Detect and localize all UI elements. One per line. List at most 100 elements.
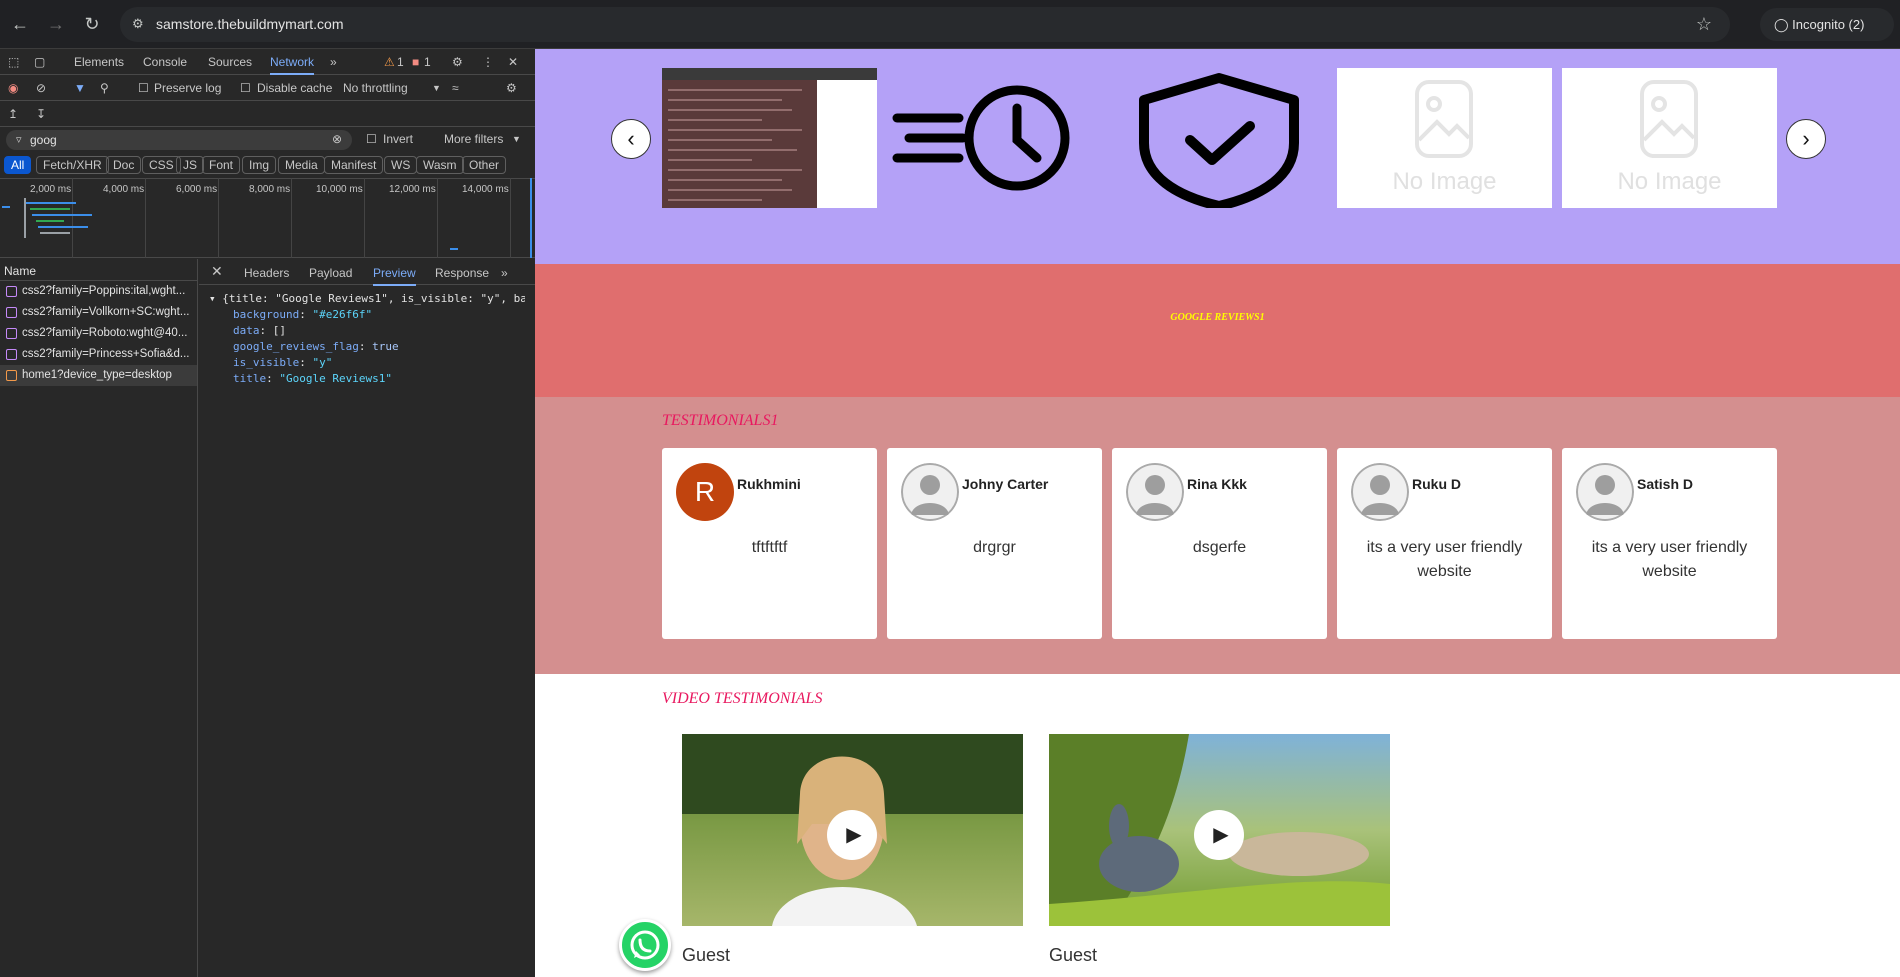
testimonial-card[interactable]: Rina Kkk dsgerfe [1112, 448, 1327, 639]
type-filter-all[interactable]: All [4, 156, 32, 174]
json-value: "Google Reviews1" [279, 372, 392, 385]
export-har-icon[interactable]: ↧ [36, 107, 46, 121]
testimonials-title: TESTIMONIALS1 [662, 412, 779, 429]
testimonial-card[interactable]: Johny Carter drgrgr [887, 448, 1102, 639]
json-line: google_reviews_flag: true [233, 340, 399, 353]
detail-tab-preview[interactable]: Preview [373, 266, 416, 286]
testimonial-message: its a very user friendly website [1591, 539, 1748, 580]
video-thumbnail[interactable]: ▶ [1049, 734, 1390, 926]
clear-icon[interactable]: ⊘ [36, 81, 46, 95]
network-conditions-icon[interactable]: ≈ [452, 81, 459, 95]
type-filter-media[interactable]: Media [278, 156, 325, 174]
testimonial-card[interactable]: Ruku D its a very user friendly website [1337, 448, 1552, 639]
import-har-icon[interactable]: ↥ [8, 107, 18, 121]
request-name: css2?family=Vollkorn+SC:wght... [22, 306, 190, 318]
request-row[interactable]: css2?family=Roboto:wght@40... [0, 323, 197, 344]
play-button-icon[interactable]: ▶ [1194, 810, 1244, 860]
request-row[interactable]: css2?family=Vollkorn+SC:wght... [0, 302, 197, 323]
invert-label: Invert [383, 132, 414, 146]
type-filter-doc[interactable]: Doc [106, 156, 142, 174]
close-devtools-icon[interactable]: ✕ [508, 55, 518, 69]
type-filter-fetch-xhr[interactable]: Fetch/XHR [36, 156, 109, 174]
slide-fast-clock[interactable] [887, 68, 1102, 208]
slide-no-image[interactable]: No Image [1562, 68, 1777, 208]
screenshot-white-area [817, 80, 877, 208]
bookmark-star-icon[interactable]: ☆ [1696, 14, 1712, 35]
tab-network[interactable]: Network [270, 55, 315, 75]
inspect-icon[interactable]: ⬚ [8, 55, 19, 69]
testimonial-name: Satish D [1637, 476, 1694, 492]
site-info-icon[interactable]: ⚙ [132, 16, 148, 32]
kebab-menu-icon[interactable]: ⋮ [482, 55, 494, 69]
type-filter-manifest[interactable]: Manifest [324, 156, 384, 174]
close-detail-icon[interactable]: ✕ [211, 263, 223, 280]
more-filters-button[interactable]: More filters [444, 132, 503, 146]
invert-checkbox[interactable]: ☐ [366, 132, 377, 146]
shield-check-icon [1139, 73, 1299, 211]
device-toggle-icon[interactable]: ▢ [34, 55, 45, 69]
json-summary: {title: "Google Reviews1", is_visible: "… [222, 292, 525, 305]
avatar-initial: R [676, 463, 734, 521]
type-filter-img[interactable]: Img [242, 156, 277, 174]
back-icon[interactable]: ← [8, 12, 32, 36]
tab-console[interactable]: Console [143, 55, 187, 69]
disable-cache-checkbox[interactable]: ☐ [240, 81, 251, 95]
network-settings-icon[interactable]: ⚙ [506, 81, 517, 95]
type-filter-font[interactable]: Font [202, 156, 241, 174]
filter-icon[interactable]: ▼ [74, 81, 86, 95]
play-button-icon[interactable]: ▶ [827, 810, 877, 860]
video-thumbnail[interactable]: ▶ [682, 734, 1023, 926]
preserve-log-label: Preserve log [154, 81, 222, 95]
record-icon[interactable]: ◉ [8, 81, 18, 95]
tab-elements[interactable]: Elements [74, 55, 124, 69]
preserve-log-checkbox[interactable]: ☐ [138, 81, 149, 95]
throttling-chevron-icon[interactable]: ▼ [432, 83, 441, 93]
detail-tab-response[interactable]: Response [435, 266, 489, 280]
disable-cache-label: Disable cache [257, 81, 333, 95]
request-row[interactable]: css2?family=Princess+Sofia&d... [0, 344, 197, 365]
type-filter-css[interactable]: CSS [142, 156, 181, 174]
incognito-badge[interactable]: ◯ Incognito (2) [1760, 8, 1894, 41]
slider-prev-button[interactable]: ‹ [611, 119, 651, 159]
more-filters-chevron-icon[interactable]: ▼ [512, 134, 521, 144]
slider-section: ‹ No Image No Image › [535, 49, 1900, 264]
request-row-selected[interactable]: home1?device_type=desktop [0, 365, 197, 386]
filter-input-box[interactable]: ▿ goog ⊗ [6, 130, 352, 150]
settings-gear-icon[interactable]: ⚙ [452, 55, 463, 69]
network-overview-timeline[interactable]: 2,000 ms 4,000 ms 6,000 ms 8,000 ms 10,0… [0, 178, 535, 258]
request-name: css2?family=Roboto:wght@40... [22, 327, 188, 339]
reload-icon[interactable]: ↻ [80, 12, 104, 36]
filter-input[interactable]: goog [30, 133, 57, 147]
slide-no-image[interactable]: No Image [1337, 68, 1552, 208]
forward-icon[interactable]: → [44, 12, 68, 36]
throttling-select[interactable]: No throttling [343, 81, 408, 95]
json-summary-row[interactable]: ▾ {title: "Google Reviews1", is_visible:… [209, 291, 525, 307]
warning-icon[interactable]: ⚠ [384, 55, 395, 69]
detail-tab-payload[interactable]: Payload [309, 266, 352, 280]
testimonial-card[interactable]: Satish D its a very user friendly websit… [1562, 448, 1777, 639]
name-column-header[interactable]: Name [0, 259, 197, 281]
type-filter-ws[interactable]: WS [384, 156, 418, 174]
stylesheet-icon [6, 286, 17, 297]
more-detail-tabs-icon[interactable]: » [501, 266, 508, 280]
expand-triangle-icon[interactable]: ▾ [209, 292, 222, 305]
more-tabs-icon[interactable]: » [330, 55, 337, 69]
type-filter-other[interactable]: Other [462, 156, 507, 174]
slide-screenshot[interactable] [662, 68, 877, 208]
type-filter-wasm[interactable]: Wasm [416, 156, 464, 174]
address-bar[interactable]: ⚙ samstore.thebuildmymart.com ☆ [120, 7, 1730, 42]
slider-next-button[interactable]: › [1786, 119, 1826, 159]
detail-tab-headers[interactable]: Headers [244, 266, 289, 280]
slide-shield[interactable] [1112, 68, 1327, 211]
testimonial-message: dsgerfe [1192, 539, 1247, 556]
error-icon[interactable]: ■ [412, 55, 419, 69]
url-text[interactable]: samstore.thebuildmymart.com [156, 16, 344, 32]
devtools-tabbar: ⬚ ▢ Elements Console Sources Network » ⚠… [0, 49, 535, 75]
testimonial-card[interactable]: R Rukhmini tftftftf [662, 448, 877, 639]
tab-sources[interactable]: Sources [208, 55, 252, 69]
clear-filter-icon[interactable]: ⊗ [332, 132, 342, 146]
request-row[interactable]: css2?family=Poppins:ital,wght... [0, 281, 197, 302]
search-icon[interactable]: ⚲ [100, 81, 109, 95]
type-filter-js[interactable]: JS [176, 156, 205, 174]
whatsapp-icon[interactable] [619, 919, 671, 971]
